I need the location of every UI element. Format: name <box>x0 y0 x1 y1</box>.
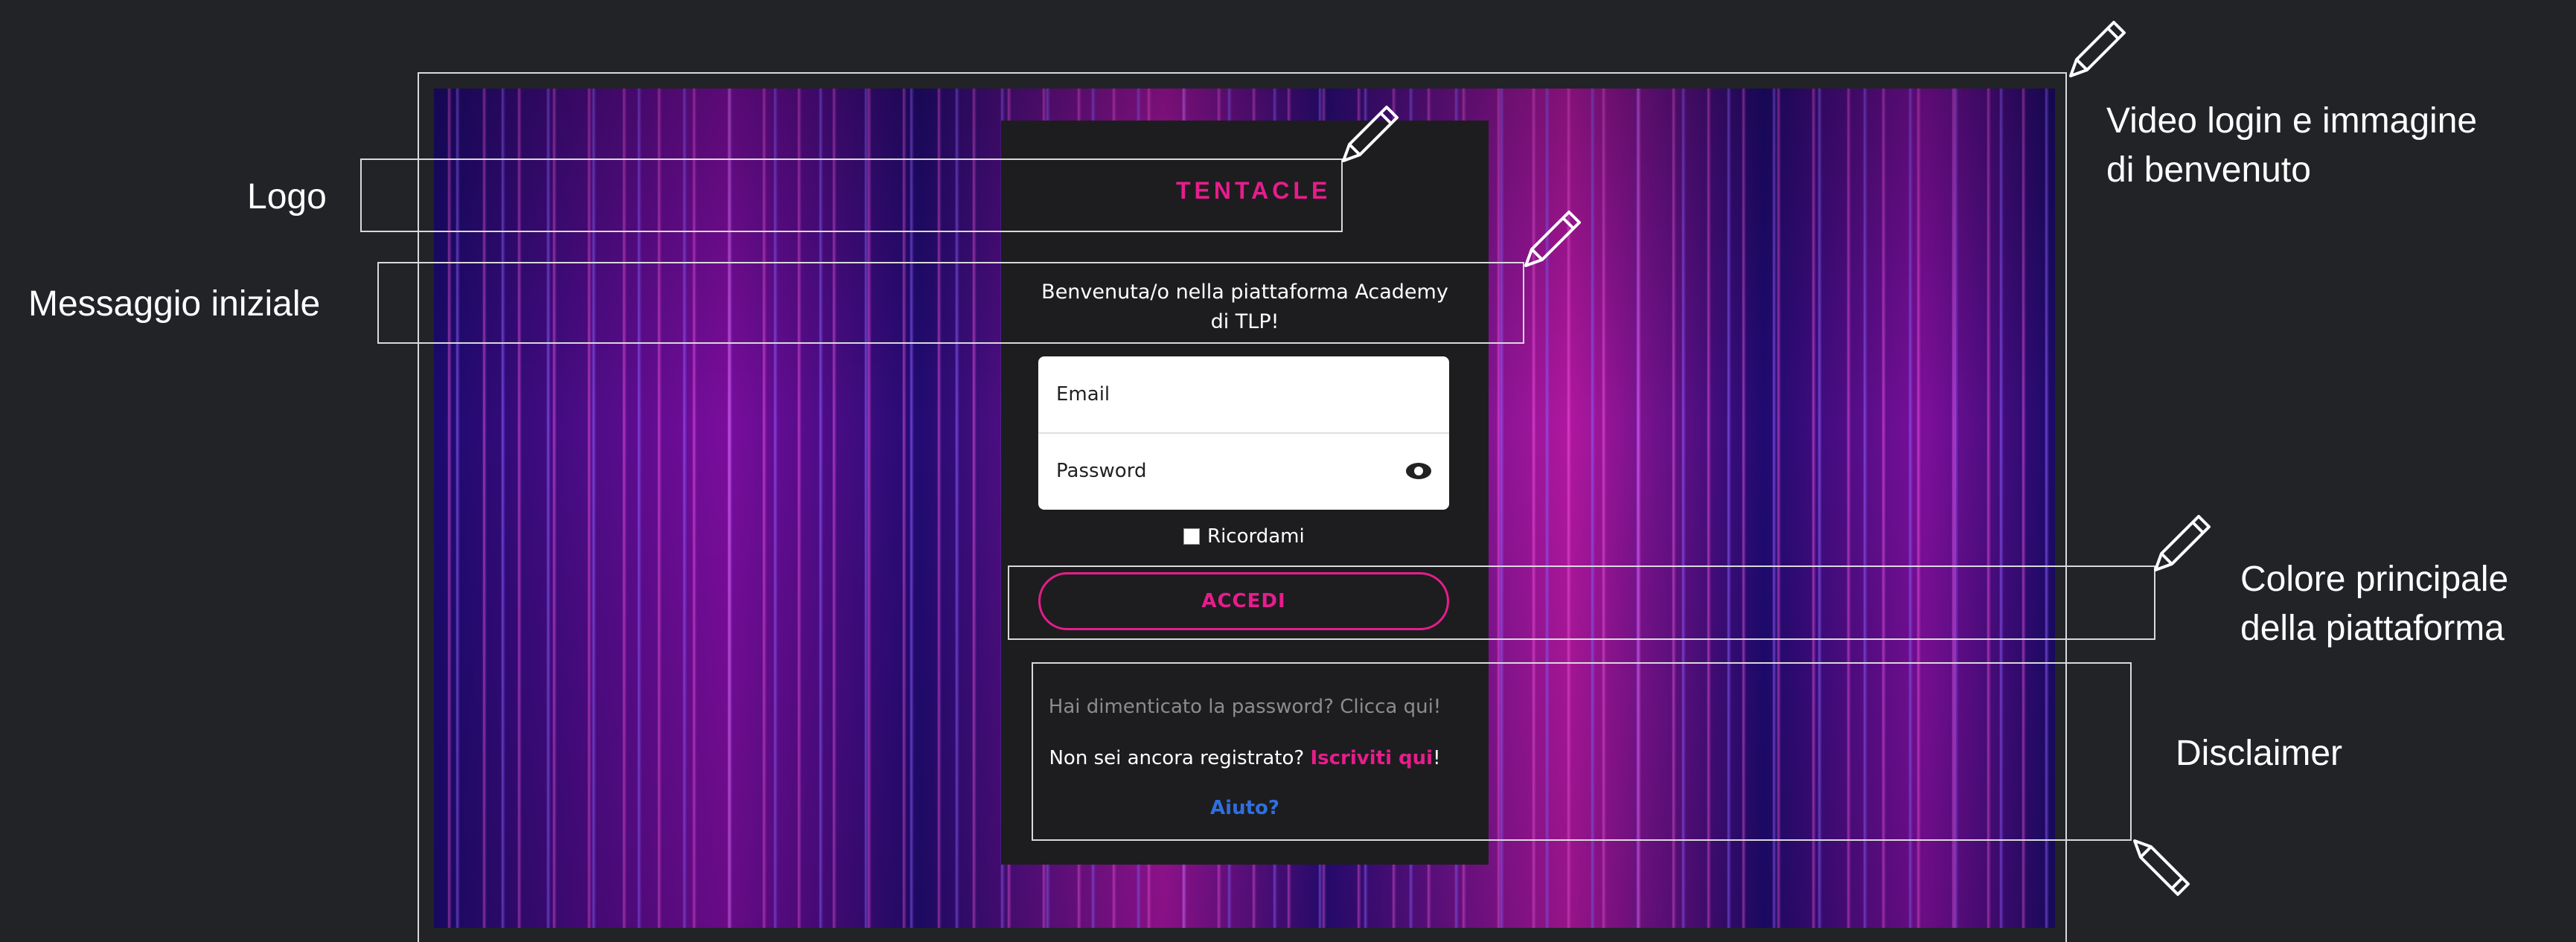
disclaimer-callout-box <box>1032 662 2132 841</box>
annotation-video-line1: Video login e immagine <box>2106 101 2478 141</box>
annotation-video-line2: di benvenuto <box>2106 150 2311 190</box>
email-placeholder: Email <box>1056 383 1110 406</box>
credentials-form: Email Password <box>1038 356 1449 510</box>
password-placeholder: Password <box>1056 460 1147 482</box>
eye-icon[interactable] <box>1406 463 1431 479</box>
remember-label: Ricordami <box>1207 525 1305 548</box>
annotation-initial-message: Messaggio iniziale <box>28 284 321 324</box>
pencil-icon[interactable] <box>2063 9 2138 83</box>
pencil-icon[interactable] <box>1336 94 1410 168</box>
remember-me[interactable]: Ricordami <box>1183 525 1305 548</box>
email-field[interactable]: Email <box>1038 356 1449 432</box>
pencil-icon[interactable] <box>1518 199 1593 273</box>
pencil-icon[interactable] <box>2127 833 2202 908</box>
annotation-logo: Logo <box>247 177 327 217</box>
message-callout-box <box>377 262 1524 344</box>
logo-callout-box <box>360 158 1343 232</box>
annotation-color-line2: della piattaforma <box>2240 609 2505 648</box>
annotation-disclaimer: Disclaimer <box>2176 734 2343 773</box>
annotation-color-line1: Colore principale <box>2240 560 2509 599</box>
password-field[interactable]: Password <box>1038 432 1449 508</box>
pencil-icon[interactable] <box>2148 503 2222 577</box>
color-callout-box <box>1008 565 2155 640</box>
remember-checkbox[interactable] <box>1183 528 1200 545</box>
